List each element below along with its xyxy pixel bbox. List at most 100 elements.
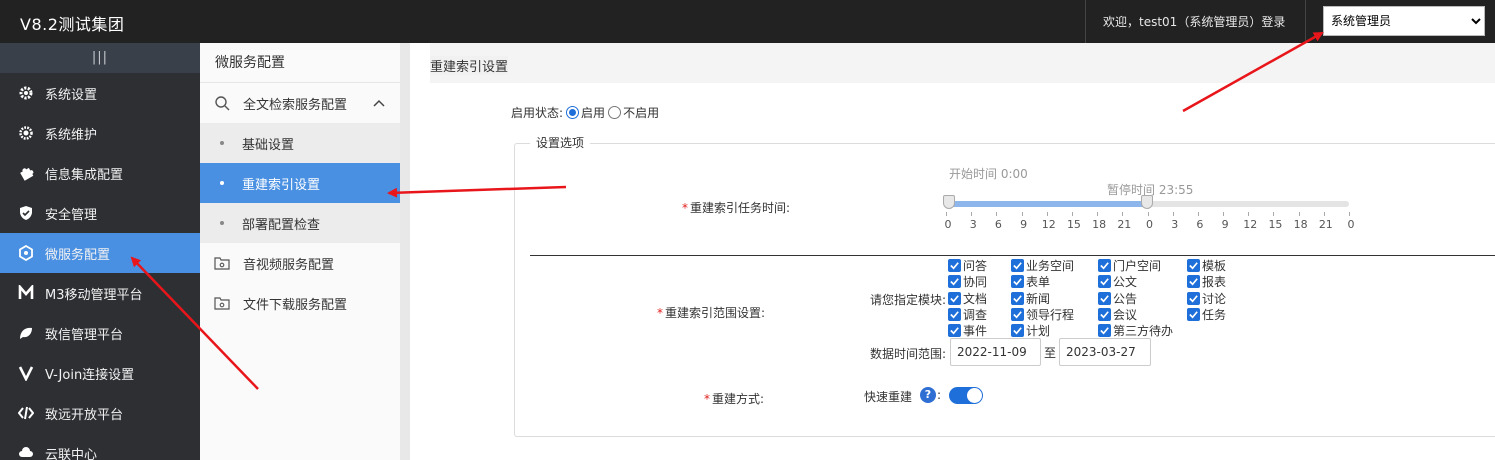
time-slider-fill xyxy=(946,201,1147,207)
subnav-group-fulltext-search[interactable]: 全文检索服务配置 xyxy=(200,83,400,123)
subnav-group-media[interactable]: 音视频服务配置 xyxy=(200,243,400,283)
slider-tick xyxy=(1097,212,1099,216)
sidebar-item-security[interactable]: 安全管理 xyxy=(0,193,200,233)
module-checkbox[interactable]: 表单 xyxy=(1011,273,1050,290)
status-disabled-label: 不启用 xyxy=(623,106,660,120)
slider-tick-label: 3 xyxy=(969,218,977,231)
sidebar-item-label: 微服务配置 xyxy=(45,247,111,263)
checkbox-checked-icon[interactable] xyxy=(1098,324,1111,338)
module-checkbox[interactable]: 门户空间 xyxy=(1098,257,1161,274)
checkbox-checked-icon[interactable] xyxy=(948,275,961,289)
module-checkbox[interactable]: 新闻 xyxy=(1011,290,1050,307)
checkbox-checked-icon[interactable] xyxy=(948,291,961,305)
date-to-input[interactable]: 2023-03-27 xyxy=(1059,338,1151,366)
module-checkbox[interactable]: 协同 xyxy=(948,273,987,290)
cloud-icon xyxy=(17,444,35,460)
checkbox-checked-icon[interactable] xyxy=(1098,291,1111,305)
sidebar-item-open-platform[interactable]: 致远开放平台 xyxy=(0,393,200,433)
module-checkbox[interactable]: 模板 xyxy=(1187,257,1226,274)
module-checkbox[interactable]: 文档 xyxy=(948,290,987,307)
module-checkbox[interactable]: 讨论 xyxy=(1187,290,1226,307)
slider-tick xyxy=(1046,212,1048,216)
checkbox-checked-icon[interactable] xyxy=(1011,291,1024,305)
sidebar-collapse-button[interactable]: ||| xyxy=(0,43,200,73)
status-row: 启用状态: 启用 不启用 xyxy=(511,104,659,121)
status-enabled-label: 启用 xyxy=(581,106,606,120)
checkbox-checked-icon[interactable] xyxy=(1187,275,1200,289)
rebuild-mode-label-text: 重建方式: xyxy=(711,392,764,406)
role-select[interactable]: 系统管理员 xyxy=(1323,6,1485,36)
checkbox-checked-icon[interactable] xyxy=(1011,307,1024,321)
slider-tick xyxy=(1248,212,1250,216)
module-checkbox[interactable]: 问答 xyxy=(948,257,987,274)
bullet-dot xyxy=(220,221,224,225)
pause-time-handle[interactable] xyxy=(1140,195,1153,209)
subnav-item-label: 基础设置 xyxy=(242,137,295,153)
module-checkbox-label: 报表 xyxy=(1202,275,1227,290)
subnav-item-rebuild-index[interactable]: 重建索引设置 xyxy=(200,163,400,203)
time-slider-ticks: 0 3 6 9 12 15 18 21 0 3 6 9 12 15 18 21 0 xyxy=(945,212,1356,232)
module-checkbox[interactable]: 公告 xyxy=(1098,290,1137,307)
checkbox-checked-icon[interactable] xyxy=(1011,259,1024,272)
code-icon xyxy=(17,404,35,422)
module-checkbox[interactable]: 任务 xyxy=(1187,306,1226,323)
quick-rebuild-toggle[interactable] xyxy=(949,387,983,404)
module-checkbox[interactable]: 计划 xyxy=(1011,322,1050,339)
checkbox-checked-icon[interactable] xyxy=(1098,275,1111,289)
sidebar-item-cloud-center[interactable]: 云联中心 xyxy=(0,433,200,460)
sidebar-scroll-strip xyxy=(400,43,410,460)
slider-tick-label: 0 xyxy=(1146,218,1153,231)
module-checkbox-label: 任务 xyxy=(1202,307,1227,322)
module-checkbox[interactable]: 报表 xyxy=(1187,273,1226,290)
scope-label-text: 重建索引范围设置: xyxy=(664,306,765,320)
status-disabled-radio[interactable] xyxy=(608,106,622,119)
status-enabled-radio[interactable] xyxy=(566,106,580,119)
secondary-sidebar: 微服务配置 全文检索服务配置 基础设置 重建索引设置 部署配置检查 音视频服务配… xyxy=(200,43,400,460)
checkbox-checked-icon[interactable] xyxy=(1098,307,1111,321)
module-checkbox[interactable]: 事件 xyxy=(948,322,987,339)
sidebar-item-info-integration[interactable]: 信息集成配置 xyxy=(0,153,200,193)
folder-gear-icon xyxy=(213,294,231,312)
module-checkbox[interactable]: 领导行程 xyxy=(1011,306,1074,323)
main-content: 重建索引设置 启用状态: 启用 不启用 设置选项 * 重建索引任务时间: 开始时间… xyxy=(410,43,1495,460)
start-time-handle[interactable] xyxy=(943,195,955,209)
sidebar-item-system-settings[interactable]: 系统设置 xyxy=(0,73,200,113)
sidebar-item-m3-mobile[interactable]: M3移动管理平台 xyxy=(0,273,200,313)
module-checkbox-label: 文档 xyxy=(963,291,988,306)
checkbox-checked-icon[interactable] xyxy=(1187,307,1200,321)
subnav-item-basic-settings[interactable]: 基础设置 xyxy=(200,123,400,163)
slider-tick xyxy=(1349,212,1350,216)
help-icon[interactable]: ? xyxy=(920,387,936,403)
module-checkbox[interactable]: 业务空间 xyxy=(1011,257,1074,274)
cog-icon xyxy=(17,124,35,142)
checkbox-checked-icon[interactable] xyxy=(948,324,961,338)
checkbox-checked-icon[interactable] xyxy=(948,259,961,272)
sidebar-item-zhixin[interactable]: 致信管理平台 xyxy=(0,313,200,353)
sidebar-item-vjoin[interactable]: V-Join连接设置 xyxy=(0,353,200,393)
checkbox-checked-icon[interactable] xyxy=(948,307,961,321)
date-from-input[interactable]: 2022-11-09 xyxy=(950,338,1041,366)
slider-tick-label: 12 xyxy=(1243,218,1258,231)
section-divider xyxy=(530,255,1495,256)
topbar-divider xyxy=(1305,0,1306,43)
slider-tick xyxy=(1273,212,1275,216)
module-checkbox[interactable]: 第三方待办 xyxy=(1098,322,1173,339)
subnav-item-deploy-check[interactable]: 部署配置检查 xyxy=(200,203,400,243)
module-checkbox[interactable]: 调查 xyxy=(948,306,987,323)
checkbox-checked-icon[interactable] xyxy=(1098,259,1111,272)
checkbox-checked-icon[interactable] xyxy=(1187,291,1200,305)
checkbox-checked-icon[interactable] xyxy=(1011,275,1024,289)
module-checkbox[interactable]: 公文 xyxy=(1098,273,1137,290)
checkbox-checked-icon[interactable] xyxy=(1011,324,1024,338)
sidebar-item-label: V-Join连接设置 xyxy=(45,367,135,383)
checkbox-checked-icon[interactable] xyxy=(1187,259,1200,272)
welcome-text: 欢迎，test01（系统管理员）登录 xyxy=(1103,15,1286,29)
module-checkbox[interactable]: 会议 xyxy=(1098,306,1137,323)
sidebar-item-system-maintenance[interactable]: 系统维护 xyxy=(0,113,200,153)
subnav-group-label: 文件下载服务配置 xyxy=(243,297,348,313)
module-checkbox-label: 计划 xyxy=(1026,324,1051,339)
module-checkbox-label: 公告 xyxy=(1113,291,1138,306)
subnav-group-download[interactable]: 文件下载服务配置 xyxy=(200,283,400,323)
sidebar-item-microservice[interactable]: 微服务配置 xyxy=(0,233,200,273)
chevron-up-icon[interactable] xyxy=(372,96,386,110)
